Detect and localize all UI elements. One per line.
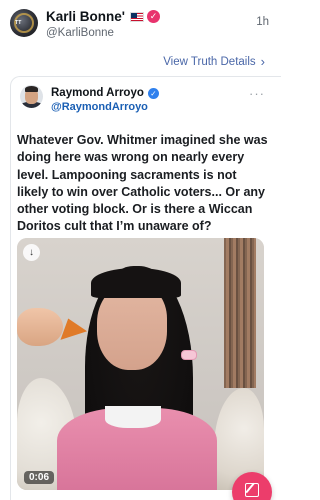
video-player[interactable]: ↓ 0:06 [17, 238, 264, 490]
quoted-author-name-line: Raymond Arroyo ✓ [51, 87, 159, 99]
more-options-icon[interactable]: ··· [249, 86, 265, 101]
us-flag-icon [129, 11, 144, 22]
quoted-avatar[interactable] [20, 85, 43, 108]
author-name-line: Karli Bonne' ✓ [46, 9, 160, 24]
avatar[interactable]: TT [10, 9, 38, 37]
view-truth-details-link[interactable]: View Truth Details › [163, 54, 265, 69]
author-handle[interactable]: @KarliBonne [46, 27, 114, 39]
author-display-name[interactable]: Karli Bonne' [46, 9, 125, 24]
post-timestamp: 1h [256, 16, 269, 28]
verified-badge-icon: ✓ [146, 10, 160, 23]
view-truth-details-label: View Truth Details [163, 55, 256, 68]
verified-badge-icon: ✓ [147, 87, 159, 99]
chevron-right-icon: › [260, 54, 265, 69]
avatar-text: TT [15, 20, 22, 26]
quoted-author-display-name[interactable]: Raymond Arroyo [51, 87, 144, 99]
quoted-author-handle[interactable]: @RaymondArroyo [51, 101, 148, 113]
video-duration: 0:06 [24, 471, 55, 484]
quoted-post-text: Whatever Gov. Whitmer imagined she was d… [17, 133, 268, 234]
post-header: TT Karli Bonne' ✓ @KarliBonne 1h [0, 0, 281, 48]
download-icon[interactable]: ↓ [23, 244, 40, 261]
